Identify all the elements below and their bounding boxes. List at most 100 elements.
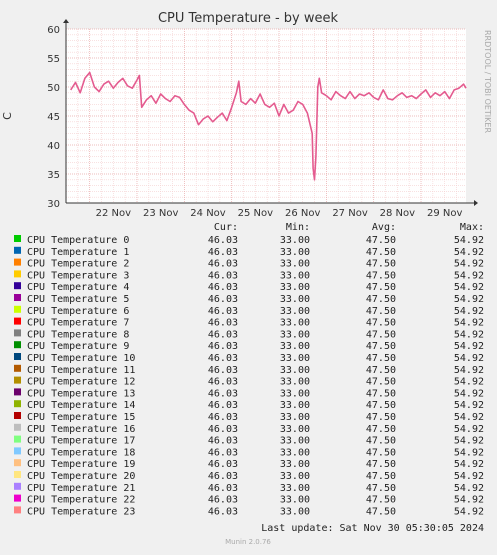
legend-value-avg: 47.50 [366, 471, 396, 482]
legend-value-max: 54.92 [454, 365, 484, 376]
legend-swatch [14, 364, 21, 372]
legend-value-cur: 46.03 [208, 388, 238, 399]
legend-swatch [14, 447, 21, 455]
legend-series-name: CPU Temperature 20 [27, 471, 135, 482]
legend-value-cur: 46.03 [208, 270, 238, 281]
legend-value-cur: 46.03 [208, 306, 238, 317]
legend-value-cur: 46.03 [208, 483, 238, 494]
legend-swatch [14, 400, 21, 408]
legend-value-min: 33.00 [280, 388, 310, 399]
legend-value-avg: 47.50 [366, 341, 396, 352]
legend-header-max: Max: [460, 222, 484, 233]
legend-swatch [14, 329, 21, 337]
legend-series-name: CPU Temperature 13 [27, 388, 135, 399]
legend-value-max: 54.92 [454, 353, 484, 364]
legend-value-cur: 46.03 [208, 365, 238, 376]
y-tick-label: 30 [47, 199, 60, 210]
legend-series-name: CPU Temperature 4 [27, 282, 129, 293]
legend-swatch [14, 305, 21, 313]
legend-value-avg: 47.50 [366, 459, 396, 470]
legend-swatch [14, 270, 21, 278]
legend-value-avg: 47.50 [366, 506, 396, 517]
legend-value-max: 54.92 [454, 506, 484, 517]
legend-value-min: 33.00 [280, 483, 310, 494]
legend-value-cur: 46.03 [208, 329, 238, 340]
legend-value-cur: 46.03 [208, 495, 238, 506]
legend-value-max: 54.92 [454, 377, 484, 388]
legend-swatch [14, 388, 21, 396]
legend-value-avg: 47.50 [366, 400, 396, 411]
legend-value-max: 54.92 [454, 483, 484, 494]
legend-value-min: 33.00 [280, 306, 310, 317]
legend-series-name: CPU Temperature 0 [27, 235, 129, 246]
legend-value-avg: 47.50 [366, 259, 396, 270]
legend-swatch [14, 235, 21, 242]
legend-header-cur: Cur: [214, 222, 238, 233]
plot-area: 30 35 40 45 50 55 60 22 Nov 23 Nov 24 Nov 25 Nov 26… [47, 19, 478, 219]
legend-value-min: 33.00 [280, 447, 310, 458]
legend-value-min: 33.00 [280, 329, 310, 340]
legend-header-min: Min: [286, 222, 310, 233]
legend-value-max: 54.92 [454, 235, 484, 246]
legend-value-avg: 47.50 [366, 306, 396, 317]
legend-series-name: CPU Temperature 15 [27, 412, 135, 423]
legend-swatch [14, 353, 21, 360]
legend-value-min: 33.00 [280, 353, 310, 364]
legend-value-avg: 47.50 [366, 388, 396, 399]
legend-value-cur: 46.03 [208, 447, 238, 458]
legend-value-min: 33.00 [280, 318, 310, 329]
legend-value-max: 54.92 [454, 318, 484, 329]
legend-value-max: 54.92 [454, 436, 484, 447]
legend-value-cur: 46.03 [208, 377, 238, 388]
legend-value-max: 54.92 [454, 306, 484, 317]
legend-swatch [14, 459, 21, 467]
legend-value-cur: 46.03 [208, 259, 238, 270]
legend-series-name: CPU Temperature 18 [27, 447, 135, 458]
x-tick-label: 25 Nov [238, 208, 274, 219]
legend-series-name: CPU Temperature 16 [27, 424, 135, 435]
munin-graph: CPU Temperature - by week RRDTOOL / TOBI… [0, 0, 497, 551]
legend-swatch [14, 494, 21, 502]
legend-value-cur: 46.03 [208, 471, 238, 482]
legend-swatch [14, 412, 21, 419]
x-tick-label: 28 Nov [380, 208, 416, 219]
legend-value-min: 33.00 [280, 294, 310, 305]
legend-value-avg: 47.50 [366, 436, 396, 447]
legend-value-cur: 46.03 [208, 412, 238, 423]
x-tick-label: 26 Nov [285, 208, 321, 219]
legend-value-cur: 46.03 [208, 318, 238, 329]
legend-value-max: 54.92 [454, 329, 484, 340]
legend-value-avg: 47.50 [366, 270, 396, 281]
legend-header-avg: Avg: [372, 222, 396, 233]
legend-value-avg: 47.50 [366, 424, 396, 435]
legend-value-max: 54.92 [454, 259, 484, 270]
legend-value-max: 54.92 [454, 400, 484, 411]
legend-value-avg: 47.50 [366, 412, 396, 423]
legend-swatch [14, 258, 21, 266]
legend-value-min: 33.00 [280, 247, 310, 258]
legend-value-avg: 47.50 [366, 353, 396, 364]
legend-swatch [14, 246, 21, 254]
legend-value-avg: 47.50 [366, 365, 396, 376]
x-tick-label: 22 Nov [96, 208, 132, 219]
legend-swatch [14, 317, 21, 325]
legend-value-min: 33.00 [280, 377, 310, 388]
chart-title: CPU Temperature - by week [158, 11, 339, 26]
x-tick-label: 29 Nov [427, 208, 463, 219]
legend-value-avg: 47.50 [366, 247, 396, 258]
legend-value-max: 54.92 [454, 459, 484, 470]
legend-value-avg: 47.50 [366, 329, 396, 340]
legend-value-min: 33.00 [280, 495, 310, 506]
legend-swatch [14, 376, 21, 384]
legend-value-avg: 47.50 [366, 282, 396, 293]
legend-series-name: CPU Temperature 6 [27, 306, 129, 317]
legend-value-max: 54.92 [454, 495, 484, 506]
legend-series-name: CPU Temperature 9 [27, 341, 129, 352]
y-tick-label: 45 [47, 112, 60, 123]
legend-series-name: CPU Temperature 23 [27, 506, 135, 517]
legend-value-max: 54.92 [454, 412, 484, 423]
legend-value-cur: 46.03 [208, 247, 238, 258]
legend-series-name: CPU Temperature 11 [27, 365, 135, 376]
legend-value-max: 54.92 [454, 471, 484, 482]
legend-value-cur: 46.03 [208, 341, 238, 352]
